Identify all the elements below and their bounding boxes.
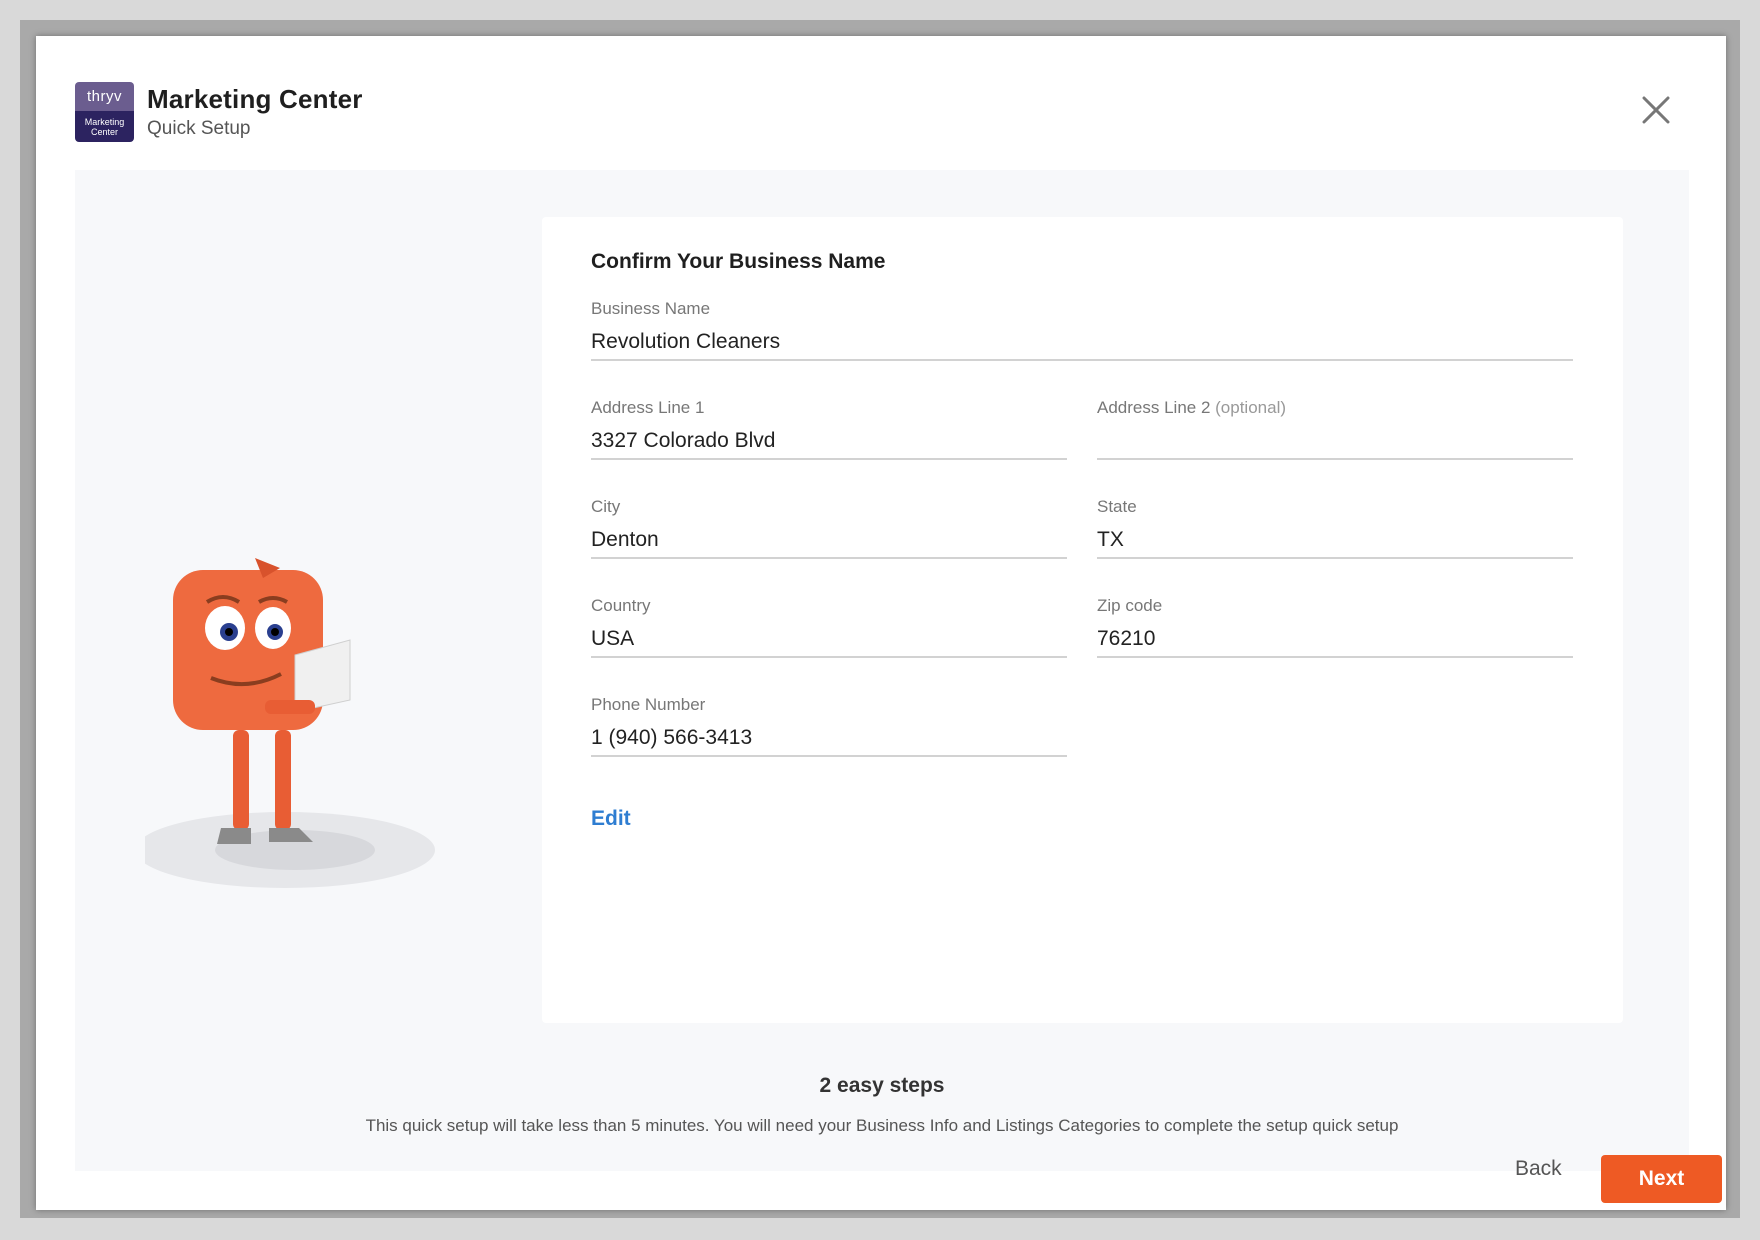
city-label: City — [591, 497, 621, 516]
zip-code-input[interactable]: 76210 — [1097, 624, 1573, 658]
steps-description: This quick setup will take less than 5 m… — [365, 1116, 1399, 1135]
quick-setup-modal: thryv Marketing Center Marketing Center … — [36, 36, 1726, 1210]
mascot-illustration — [145, 558, 435, 888]
address-line-1-input[interactable]: 3327 Colorado Blvd — [591, 426, 1067, 460]
state-input[interactable]: TX — [1097, 525, 1573, 559]
optional-hint: (optional) — [1215, 398, 1287, 417]
city-input[interactable]: Denton — [591, 525, 1067, 559]
country-label: Country — [591, 596, 651, 615]
logo-line-1: Marketing — [84, 116, 125, 127]
modal-header: thryv Marketing Center Marketing Center … — [75, 81, 363, 143]
business-name-label: Business Name — [591, 299, 711, 318]
phone-number-input[interactable]: 1 (940) 566-3413 — [591, 723, 1067, 757]
content-area: Confirm Your Business Name Business Name… — [75, 170, 1689, 1171]
country-input[interactable]: USA — [591, 624, 1067, 658]
marketing-center-logo: thryv Marketing Center — [75, 82, 134, 142]
address-line-1-label: Address Line 1 — [591, 398, 705, 417]
app-title: Marketing Center — [147, 84, 363, 114]
phone-number-label: Phone Number — [591, 695, 706, 714]
zip-code-label: Zip code — [1097, 596, 1163, 615]
business-name-input[interactable]: Revolution Cleaners — [591, 327, 1573, 361]
business-info-card: Confirm Your Business Name Business Name… — [542, 217, 1623, 1023]
business-name-field[interactable]: Business Name Revolution Cleaners — [591, 299, 1573, 361]
address-line-2-input[interactable] — [1097, 426, 1573, 460]
logo-line-2: Center — [90, 126, 118, 137]
logo-brand-text: thryv — [75, 82, 134, 111]
close-button[interactable] — [1640, 94, 1672, 126]
form-title: Confirm Your Business Name — [591, 250, 886, 273]
back-button[interactable]: Back — [1515, 1157, 1562, 1181]
address-line-1-field[interactable]: Address Line 1 3327 Colorado Blvd — [591, 398, 1067, 460]
steps-title: 2 easy steps — [819, 1074, 945, 1097]
app-subtitle: Quick Setup — [147, 118, 251, 139]
state-field[interactable]: State TX — [1097, 497, 1573, 559]
city-field[interactable]: City Denton — [591, 497, 1067, 559]
address-line-2-label: Address Line 2 — [1097, 398, 1211, 417]
zip-code-field[interactable]: Zip code 76210 — [1097, 596, 1573, 658]
next-button[interactable]: Next — [1601, 1155, 1722, 1203]
phone-number-field[interactable]: Phone Number 1 (940) 566-3413 — [591, 695, 1067, 757]
address-line-2-field[interactable]: Address Line 2 (optional) — [1097, 398, 1573, 460]
country-field[interactable]: Country USA — [591, 596, 1067, 658]
close-icon — [1642, 96, 1670, 124]
state-label: State — [1097, 497, 1137, 516]
edit-link[interactable]: Edit — [591, 807, 631, 831]
